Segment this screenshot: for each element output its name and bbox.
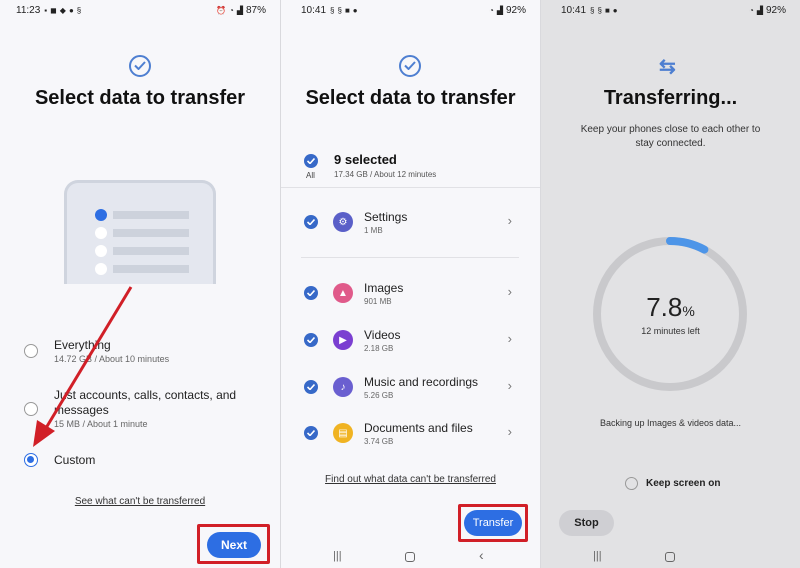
item-size: 2.18 GB: [364, 344, 394, 353]
home-icon[interactable]: [405, 552, 415, 562]
chevron-right-icon[interactable]: ›: [508, 284, 512, 299]
item-size: 901 MB: [364, 297, 392, 306]
camera-icon: ■: [344, 5, 350, 15]
panel-transferring: 10:41 § § ■ ● ◔ ▟ 92% ⇆ Transferring... …: [541, 0, 800, 568]
check-circle-icon: [399, 55, 421, 77]
item-size: 3.74 GB: [364, 437, 394, 446]
divider-line: [301, 257, 519, 258]
play-icon: ▶: [333, 330, 353, 350]
gear-icon: ⚙: [333, 212, 353, 232]
list-item[interactable]: ▶ Videos 2.18 GB ›: [281, 328, 540, 368]
item-checkbox[interactable]: [304, 215, 318, 229]
s-icon: §: [590, 5, 595, 15]
image-icon: ▲: [333, 283, 353, 303]
status-bar: 10:41 § § ■ ● ◔ ▟ 92%: [561, 3, 786, 17]
music-icon: ♪: [333, 377, 353, 397]
arrow-annotation: [33, 286, 133, 447]
list-item[interactable]: ⚙ Settings 1 MB ›: [281, 210, 540, 250]
dot-icon: ●: [352, 5, 358, 15]
chevron-right-icon[interactable]: ›: [508, 331, 512, 346]
item-name: Images: [364, 281, 404, 295]
time-left: 12 minutes left: [641, 326, 700, 336]
document-icon: ▤: [333, 423, 353, 443]
divider-line: [281, 187, 540, 188]
signal-icon: ▟: [496, 5, 503, 15]
page-title: Transferring...: [603, 87, 738, 109]
nav-bar: ||| ‹: [281, 546, 540, 568]
subtitle-line1: Keep your phones close to each other to: [580, 124, 761, 135]
item-name: Documents and files: [364, 421, 473, 435]
find-out-link[interactable]: Find out what data can't be transferred: [281, 474, 540, 485]
s-icon: §: [597, 5, 602, 15]
wifi-icon: ◔: [488, 5, 494, 15]
battery-percent: 92%: [505, 4, 526, 16]
item-size: 1 MB: [364, 226, 383, 235]
back-icon[interactable]: ‹: [479, 547, 484, 563]
keep-screen-on-row[interactable]: Keep screen on: [625, 476, 745, 492]
stop-button[interactable]: Stop: [559, 510, 614, 536]
keep-screen-on-label: Keep screen on: [646, 478, 721, 489]
chevron-right-icon[interactable]: ›: [508, 424, 512, 439]
battery-percent: 92%: [765, 4, 786, 16]
home-icon[interactable]: [665, 552, 675, 562]
recent-apps-icon[interactable]: |||: [333, 550, 342, 562]
status-right: ◔ ▟ 92%: [489, 5, 526, 16]
selected-meta: 17.34 GB / About 12 minutes: [334, 170, 437, 179]
percent-sign: %: [682, 303, 695, 319]
camera-icon: ■: [604, 5, 610, 15]
s-icon: §: [337, 5, 342, 15]
nav-bar: |||: [541, 546, 800, 568]
recent-apps-icon[interactable]: |||: [593, 550, 602, 562]
select-all-row[interactable]: All 9 selected 17.34 GB / About 12 minut…: [281, 152, 540, 182]
item-checkbox[interactable]: [304, 333, 318, 347]
page-title: Select data to transfer: [305, 87, 516, 109]
dot-icon: ●: [612, 5, 618, 15]
list-item[interactable]: ♪ Music and recordings 5.26 GB ›: [281, 375, 540, 415]
notification-icons: § § ■ ●: [330, 6, 358, 15]
cant-transfer-link[interactable]: See what can't be transferred: [0, 496, 280, 507]
panel-select-options: 11:23 ▪ ◼ ◆ ● § ⏰ ◔ ▟ 87% Select data to…: [0, 0, 280, 568]
keep-screen-on-radio[interactable]: [625, 477, 638, 490]
transfer-button[interactable]: Transfer: [464, 510, 522, 536]
item-checkbox[interactable]: [304, 380, 318, 394]
notification-icons: § § ■ ●: [590, 6, 618, 15]
item-checkbox[interactable]: [304, 426, 318, 440]
list-item[interactable]: ▤ Documents and files 3.74 GB ›: [281, 421, 540, 461]
status-right: ◔ ▟ 92%: [749, 5, 786, 16]
item-name: Videos: [364, 328, 401, 342]
next-button[interactable]: Next: [207, 532, 261, 558]
transfer-arrows-icon: ⇆: [659, 56, 676, 78]
chevron-right-icon[interactable]: ›: [508, 378, 512, 393]
percent-value: 7.8: [646, 292, 683, 322]
panel-custom-select: 10:41 § § ■ ● ◔ ▟ 92% Select data to tra…: [281, 0, 540, 568]
subtitle-line2: stay connected.: [635, 138, 706, 149]
status-bar: 10:41 § § ■ ● ◔ ▟ 92%: [301, 3, 526, 17]
select-all-checkbox[interactable]: [304, 154, 318, 168]
item-size: 5.26 GB: [364, 391, 394, 400]
status-time: 10:41: [301, 4, 327, 16]
wifi-icon: ◔: [748, 5, 754, 15]
item-name: Settings: [364, 210, 408, 224]
status-time: 10:41: [561, 4, 587, 16]
backup-status: Backing up Images & videos data...: [599, 418, 742, 428]
chevron-right-icon[interactable]: ›: [508, 213, 512, 228]
progress-percent: 7.8%: [541, 292, 800, 323]
s-icon: §: [330, 5, 335, 15]
list-item[interactable]: ▲ Images 901 MB ›: [281, 281, 540, 321]
item-name: Music and recordings: [364, 375, 479, 389]
selected-count: 9 selected: [334, 152, 397, 167]
item-checkbox[interactable]: [304, 286, 318, 300]
signal-icon: ▟: [756, 5, 763, 15]
select-all-label: All: [306, 171, 315, 180]
